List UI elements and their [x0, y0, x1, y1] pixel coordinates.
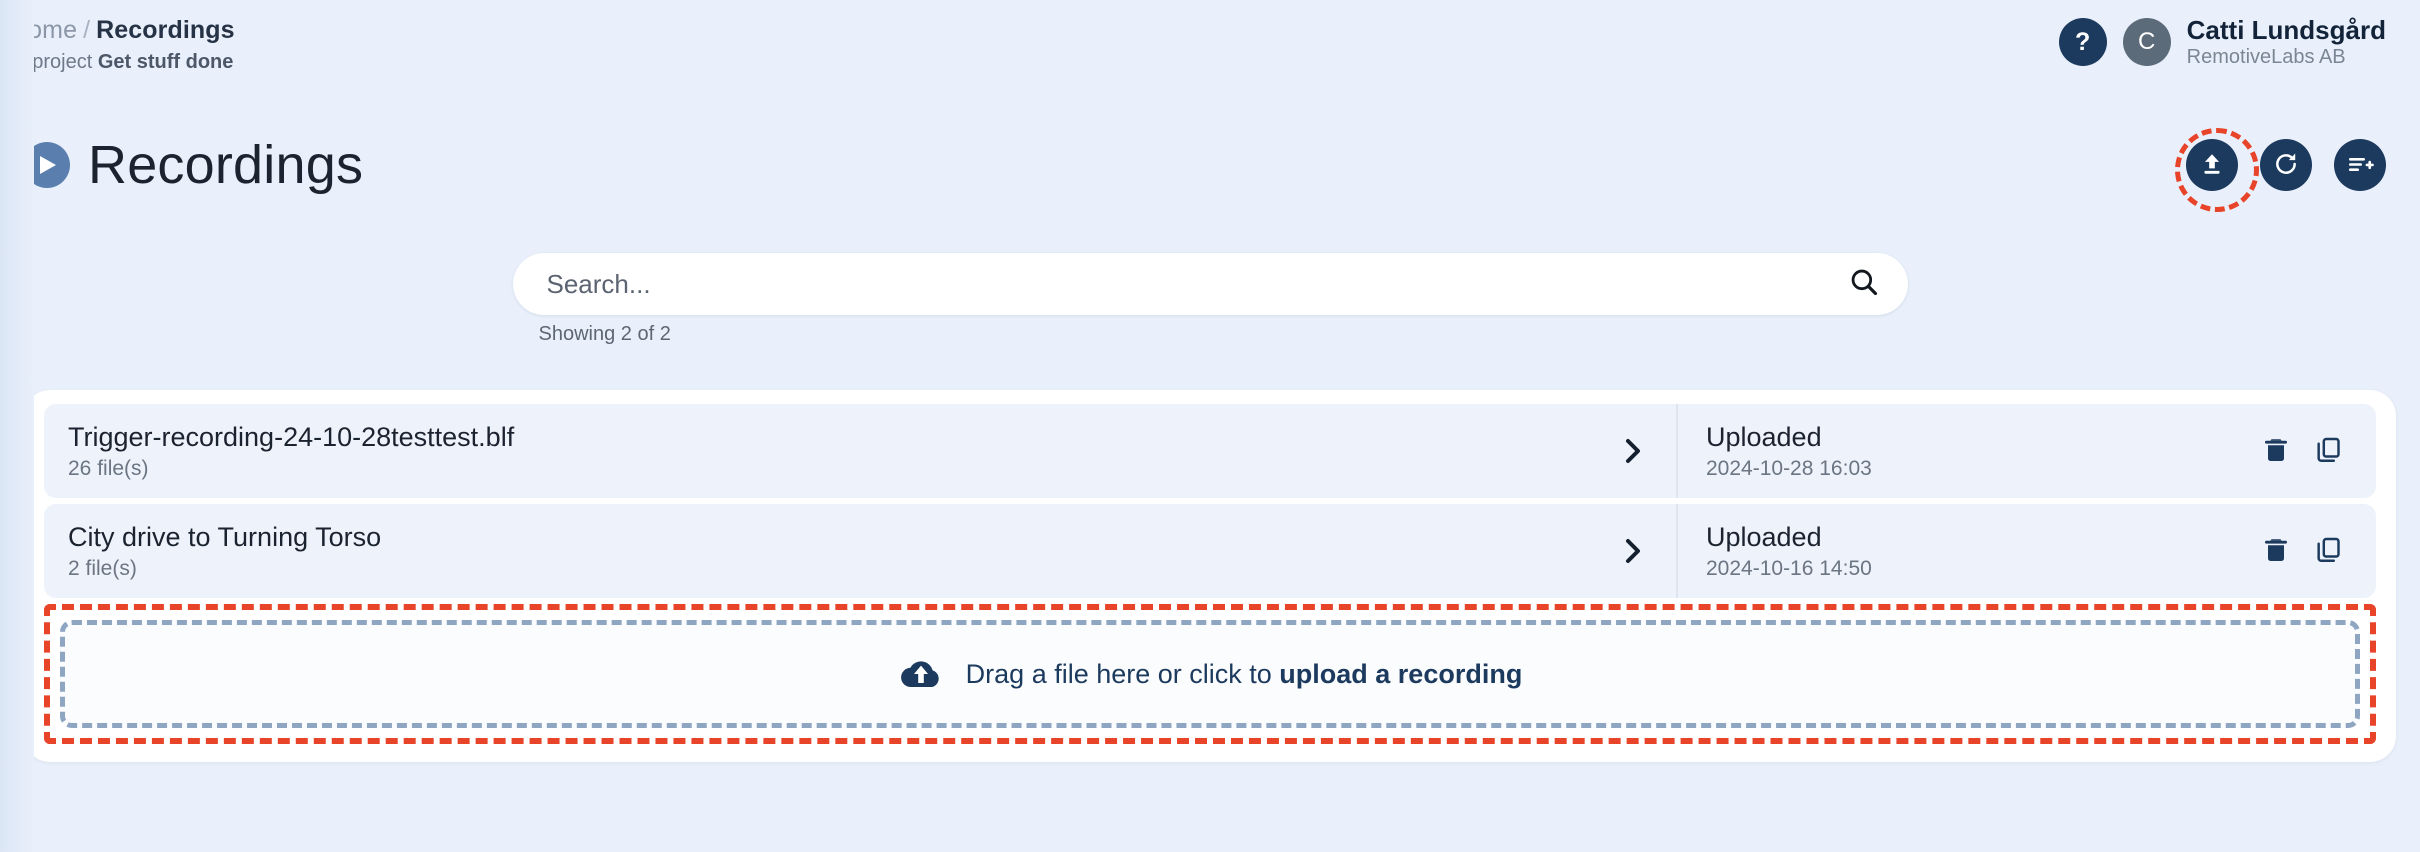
- recording-status-cell: Uploaded 2024-10-28 16:03: [1676, 404, 2376, 498]
- chevron-right-icon[interactable]: [1622, 436, 1650, 466]
- table-row[interactable]: Trigger-recording-24-10-28testtest.blf 2…: [44, 404, 2376, 498]
- help-button[interactable]: ?: [2058, 18, 2107, 67]
- dropzone-highlight: Drag a file here or click to upload a re…: [44, 604, 2376, 744]
- project-line: In project Get stuff done: [10, 48, 235, 76]
- recording-timestamp: 2024-10-16 14:50: [1706, 557, 1872, 581]
- upload-recording-button[interactable]: [2175, 128, 2259, 212]
- page-title-group: Recordings: [24, 138, 363, 192]
- refresh-button[interactable]: [2260, 139, 2312, 191]
- status-badge: Uploaded: [1706, 521, 1822, 552]
- breadcrumb-trail: Home / Recordings: [10, 14, 235, 46]
- status-badge: Uploaded: [1706, 421, 1822, 452]
- row-action-icons: [2262, 435, 2342, 468]
- table-row[interactable]: City drive to Turning Torso 2 file(s) Up…: [44, 504, 2376, 598]
- delete-icon: [2262, 535, 2290, 568]
- recording-timestamp: 2024-10-28 16:03: [1706, 457, 1872, 481]
- recording-file-count: 2 file(s): [68, 557, 137, 581]
- play-icon: [24, 142, 70, 188]
- search-icon[interactable]: [1848, 266, 1880, 303]
- showing-count: Showing 2 of 2: [538, 323, 671, 345]
- new-playlist-button[interactable]: [2334, 139, 2386, 191]
- copy-icon: [2314, 535, 2342, 568]
- dropzone-text-bold: upload a recording: [1279, 658, 1523, 689]
- recording-title: Trigger-recording-24-10-28testtest.blf: [68, 421, 515, 452]
- user-names: Catti Lundsgård RemotiveLabs AB: [2186, 15, 2386, 69]
- delete-button[interactable]: [2262, 435, 2290, 468]
- breadcrumb-current: Recordings: [96, 16, 235, 44]
- breadcrumb-separator: /: [83, 16, 91, 44]
- recordings-card: Trigger-recording-24-10-28testtest.blf 2…: [24, 390, 2396, 762]
- page-title: Recordings: [88, 135, 364, 195]
- avatar[interactable]: C: [2122, 18, 2171, 67]
- project-name: Get stuff done: [97, 51, 234, 73]
- search-bar[interactable]: [512, 253, 1908, 315]
- copy-icon: [2314, 435, 2342, 468]
- recording-status-texts: Uploaded 2024-10-16 14:50: [1706, 521, 1872, 582]
- delete-icon: [2262, 435, 2290, 468]
- user-name: Catti Lundsgård: [2186, 15, 2386, 45]
- breadcrumb-home-link[interactable]: Home: [10, 16, 77, 44]
- dropzone-text-plain: Drag a file here or click to: [965, 658, 1280, 689]
- recording-info: Trigger-recording-24-10-28testtest.blf 2…: [68, 421, 514, 482]
- recording-status-texts: Uploaded 2024-10-28 16:03: [1706, 421, 1872, 482]
- delete-button[interactable]: [2262, 535, 2290, 568]
- file-dropzone[interactable]: Drag a file here or click to upload a re…: [60, 620, 2360, 728]
- recording-row-main[interactable]: City drive to Turning Torso 2 file(s): [44, 504, 1676, 598]
- dropzone-label: Drag a file here or click to upload a re…: [966, 659, 1523, 690]
- breadcrumb: Home / Recordings In project Get stuff don…: [10, 14, 235, 76]
- recording-file-count: 26 file(s): [68, 457, 149, 481]
- search-area: Showing 2 of 2: [0, 253, 2420, 346]
- recording-status-cell: Uploaded 2024-10-16 14:50: [1676, 504, 2376, 598]
- copy-button[interactable]: [2314, 535, 2342, 568]
- recording-info: City drive to Turning Torso 2 file(s): [68, 521, 381, 582]
- copy-button[interactable]: [2314, 435, 2342, 468]
- row-action-icons: [2262, 535, 2342, 568]
- page-title-row: Recordings: [0, 120, 2420, 212]
- user-organization: RemotiveLabs AB: [2186, 45, 2346, 68]
- project-prefix-label: In project: [10, 51, 93, 73]
- user-area: ? C Catti Lundsgård RemotiveLabs AB: [2058, 15, 2386, 69]
- list-add-icon: [2346, 151, 2374, 180]
- page-actions: [2175, 128, 2386, 212]
- top-bar: Home / Recordings In project Get stuff don…: [0, 0, 2420, 92]
- cloud-upload-icon: [898, 653, 944, 696]
- refresh-icon: [2273, 151, 2299, 180]
- recording-title: City drive to Turning Torso: [68, 521, 382, 552]
- chevron-right-icon[interactable]: [1622, 536, 1650, 566]
- search-input[interactable]: [546, 268, 1848, 300]
- recording-row-main[interactable]: Trigger-recording-24-10-28testtest.blf 2…: [44, 404, 1676, 498]
- upload-icon: [2199, 151, 2225, 180]
